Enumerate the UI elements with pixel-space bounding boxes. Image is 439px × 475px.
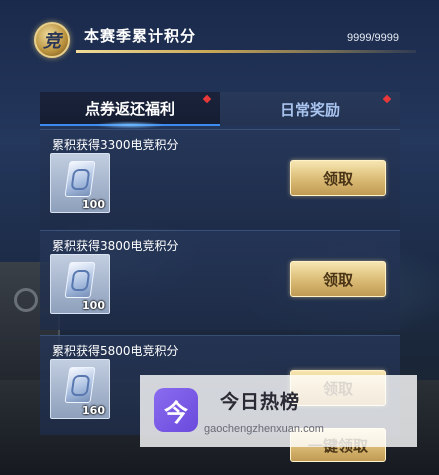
reward-row: 累积获得3800电竞积分 100 领取 — [40, 230, 400, 330]
reward-item[interactable]: 160 — [50, 359, 110, 419]
item-quantity: 160 — [82, 404, 105, 417]
item-quantity: 100 — [82, 198, 105, 211]
points-count: 9999/9999 — [347, 32, 399, 44]
coupon-icon — [64, 367, 96, 403]
coupon-icon — [64, 161, 96, 197]
watermark-title: 今日热榜 — [220, 391, 301, 413]
watermark: 今 今日热榜 gaochengzhenxuan.com — [140, 375, 417, 447]
reward-requirement: 累积获得3800电竞积分 — [52, 239, 179, 253]
reward-item[interactable]: 100 — [50, 254, 110, 314]
reward-tabs: 点券返还福利 日常奖励 — [40, 92, 400, 126]
competition-badge-icon: 竞 — [34, 22, 70, 58]
watermark-logo-char: 今 — [164, 398, 188, 427]
reward-item[interactable]: 100 — [50, 153, 110, 213]
claim-button[interactable]: 领取 — [290, 261, 386, 297]
tab-daily-rewards[interactable]: 日常奖励 — [220, 92, 400, 126]
notification-dot-icon — [382, 94, 392, 104]
season-points-header: 竞 本赛季累计积分 9999/9999 — [0, 15, 439, 63]
reward-requirement: 累积获得5800电竞积分 — [52, 344, 179, 358]
header-progress-line — [76, 50, 416, 53]
reward-requirement: 累积获得3300电竞积分 — [52, 138, 179, 152]
badge-char: 竞 — [43, 31, 61, 52]
item-quantity: 100 — [82, 299, 105, 312]
tab-label: 点券返还福利 — [84, 99, 175, 118]
coupon-icon — [64, 262, 96, 298]
watermark-logo-icon: 今 — [154, 388, 198, 432]
header-title: 本赛季累计积分 — [84, 27, 197, 45]
notification-dot-icon — [202, 94, 212, 104]
tab-label: 日常奖励 — [279, 100, 340, 119]
watermark-url: gaochengzhenxuan.com — [204, 423, 324, 435]
tab-coupon-rebate[interactable]: 点券返还福利 — [40, 92, 220, 126]
reward-row: 累积获得3300电竞积分 100 领取 — [40, 129, 400, 229]
claim-button[interactable]: 领取 — [290, 160, 386, 196]
